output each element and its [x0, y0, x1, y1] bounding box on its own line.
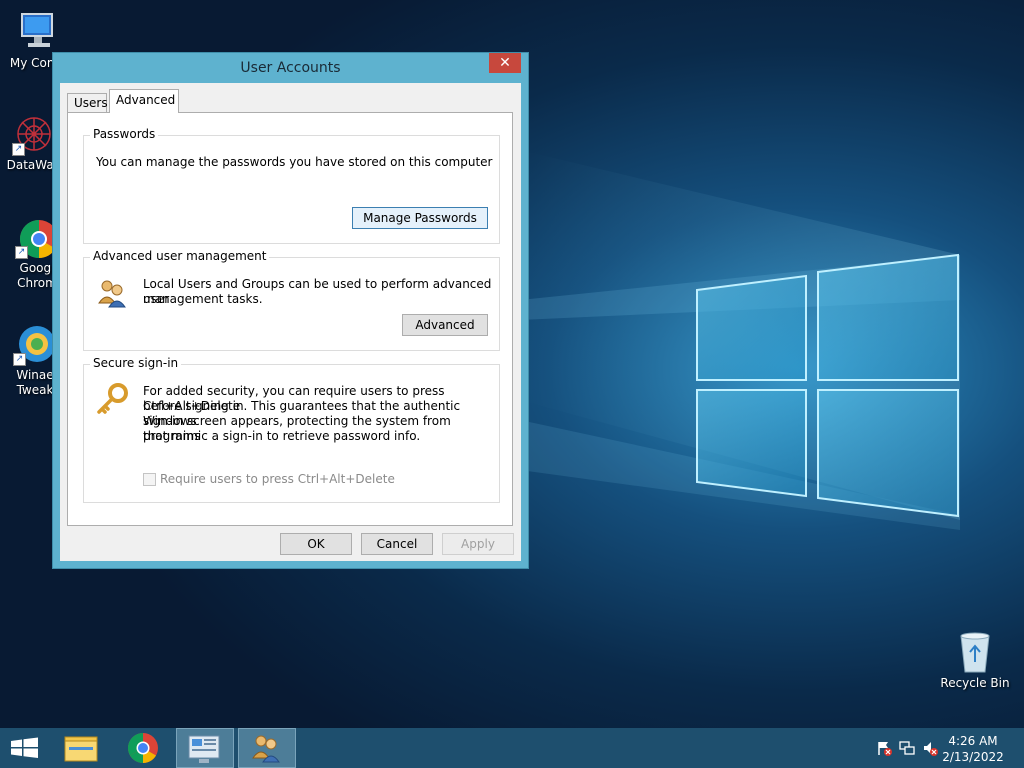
window-client-area: Users Advanced Passwords You can manage …: [60, 83, 521, 561]
taskbar-file-explorer[interactable]: [52, 728, 110, 768]
advanced-user-management-group: Advanced user management Local Users and…: [83, 249, 500, 351]
taskbar-chrome[interactable]: [114, 728, 172, 768]
key-icon: [94, 383, 130, 417]
computer-icon: [16, 10, 60, 54]
apply-button[interactable]: Apply: [442, 533, 514, 555]
tab-users[interactable]: Users: [67, 93, 108, 113]
datawag-icon: ↗: [12, 112, 56, 156]
secure-signin-title: Secure sign-in: [90, 356, 182, 370]
secure-signin-description-line4: that mimic a sign-in to retrieve passwor…: [143, 429, 421, 443]
window-titlebar[interactable]: User Accounts ✕: [53, 53, 528, 83]
close-button[interactable]: ✕: [489, 53, 521, 73]
control-panel-icon: [188, 735, 220, 763]
system-tray: 4:26 AM 2/13/2022: [864, 728, 1024, 768]
passwords-group-title: Passwords: [90, 127, 159, 141]
passwords-description: You can manage the passwords you have st…: [96, 155, 493, 169]
shortcut-arrow-icon: ↗: [15, 246, 28, 259]
desktop-icon-recycle-bin[interactable]: Recycle Bin: [937, 630, 1013, 691]
require-ctrl-alt-delete-row[interactable]: Require users to press Ctrl+Alt+Delete: [143, 472, 395, 486]
user-accounts-window[interactable]: User Accounts ✕ Users Advanced Passwords…: [52, 52, 529, 569]
user-accounts-icon: [252, 735, 280, 763]
advanced-button[interactable]: Advanced: [402, 314, 488, 336]
taskbar-control-panel[interactable]: [176, 728, 234, 768]
manage-passwords-button[interactable]: Manage Passwords: [352, 207, 488, 229]
shortcut-arrow-icon: ↗: [13, 353, 26, 366]
users-group-icon: [96, 277, 128, 309]
winaero-icon: ↗: [13, 322, 57, 366]
advanced-mgmt-description-line2: management tasks.: [143, 292, 263, 306]
passwords-group: Passwords You can manage the passwords y…: [83, 127, 500, 244]
shortcut-arrow-icon: ↗: [12, 143, 25, 156]
cancel-button[interactable]: Cancel: [361, 533, 433, 555]
tab-advanced[interactable]: Advanced: [109, 89, 179, 113]
require-ctrl-alt-delete-checkbox[interactable]: [143, 473, 156, 486]
window-title: User Accounts: [240, 60, 341, 76]
advanced-tab-panel: Passwords You can manage the passwords y…: [67, 112, 513, 526]
close-icon: ✕: [499, 55, 511, 71]
network-icon[interactable]: [899, 740, 915, 756]
action-center-flag-icon[interactable]: [876, 740, 892, 756]
recycle-bin-icon: [953, 630, 997, 674]
clock-date: 2/13/2022: [942, 750, 1004, 764]
secure-signin-group: Secure sign-in For added security, you c…: [83, 356, 500, 503]
clock-time: 4:26 AM: [948, 734, 998, 748]
taskbar-user-accounts[interactable]: [238, 728, 296, 768]
file-explorer-icon: [64, 736, 98, 762]
desktop-icon-label: Recycle Bin: [940, 676, 1010, 690]
volume-muted-icon[interactable]: [922, 740, 938, 756]
chrome-icon: [127, 733, 158, 763]
ok-button[interactable]: OK: [280, 533, 352, 555]
taskbar: 4:26 AM 2/13/2022: [0, 728, 1024, 768]
require-ctrl-alt-delete-label: Require users to press Ctrl+Alt+Delete: [160, 472, 395, 486]
start-button[interactable]: [0, 728, 58, 768]
windows-start-icon: [11, 737, 38, 758]
taskbar-clock[interactable]: 4:26 AM 2/13/2022: [938, 733, 1008, 765]
advanced-user-management-title: Advanced user management: [90, 249, 270, 263]
